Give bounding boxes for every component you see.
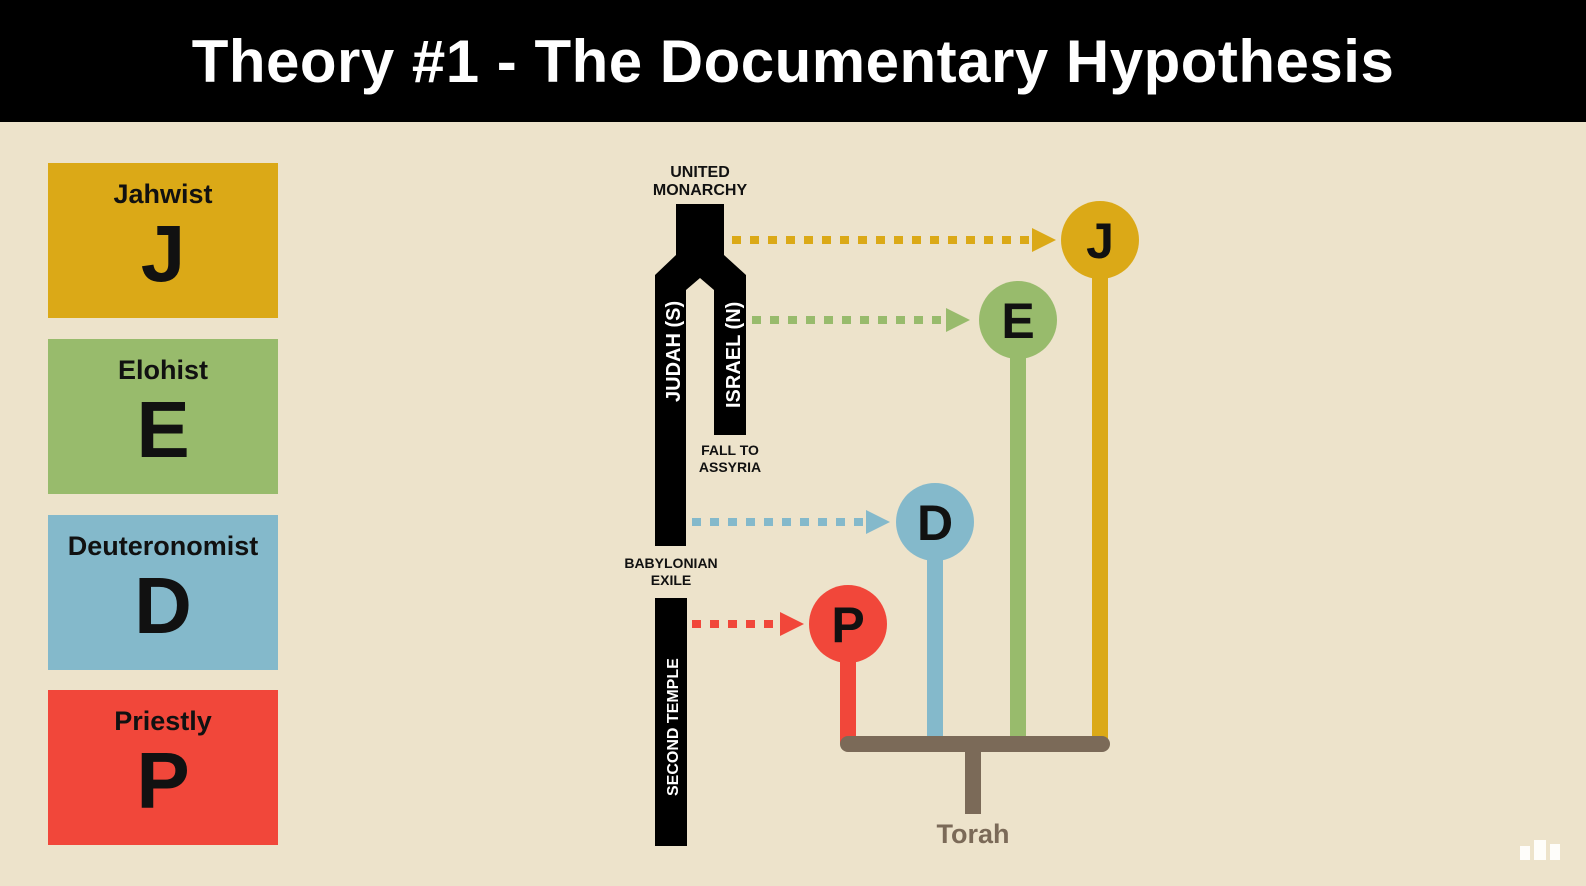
arrow-head-j: [1032, 228, 1056, 252]
stem-j: [1092, 240, 1108, 744]
label-second-temple: SECOND TEMPLE: [665, 658, 682, 796]
documentary-hypothesis-diagram: UNITED MONARCHY JUDAH (S) ISRAEL (N) FAL…: [624, 164, 1139, 849]
label-united-monarchy-1: UNITED: [670, 164, 730, 181]
arrow-head-e: [946, 308, 970, 332]
label-babylonian-exile-1: BABYLONIAN: [624, 555, 717, 571]
circle-letter-j: J: [1086, 213, 1114, 269]
label-israel: ISRAEL (N): [723, 302, 745, 408]
circle-letter-d: D: [917, 495, 953, 551]
label-fall-to-assyria-1: FALL TO: [701, 442, 759, 458]
arrow-head-d: [866, 510, 890, 534]
torah-stem: [965, 744, 981, 814]
label-judah: JUDAH (S): [663, 301, 685, 402]
label-united-monarchy-2: MONARCHY: [653, 182, 748, 199]
torah-label: Torah: [937, 819, 1010, 849]
arrow-head-p: [780, 612, 804, 636]
label-babylonian-exile-2: EXILE: [651, 572, 691, 588]
circle-letter-e: E: [1001, 293, 1034, 349]
circle-letter-p: P: [831, 597, 864, 653]
stem-e: [1010, 320, 1026, 744]
label-fall-to-assyria-2: ASSYRIA: [699, 459, 761, 475]
watermark-logo-icon: [1520, 840, 1560, 860]
